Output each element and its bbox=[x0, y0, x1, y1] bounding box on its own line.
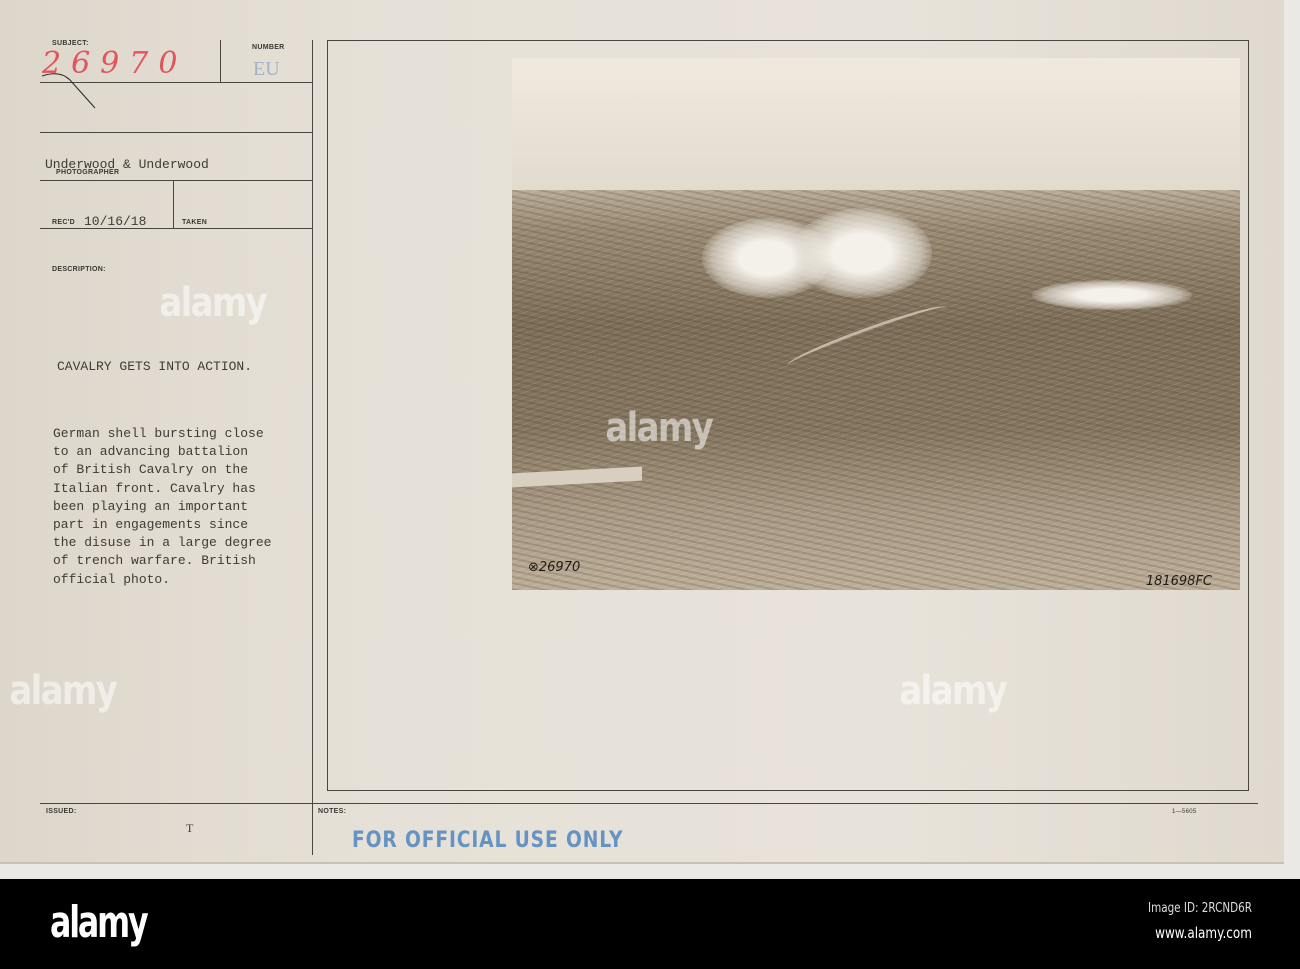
archival-photo-card: SUBJECT: 26970 NUMBER EU Underwood & Und… bbox=[0, 0, 1284, 864]
photographer-label: PHOTOGRAPHER bbox=[56, 169, 120, 176]
divider bbox=[40, 132, 312, 133]
watermark: alamy bbox=[9, 668, 117, 714]
divider bbox=[40, 228, 312, 229]
divider bbox=[220, 40, 221, 82]
site-url: www.alamy.com bbox=[1155, 924, 1252, 942]
pen-stroke-icon bbox=[41, 73, 96, 109]
photo-number-left: ⊗26970 bbox=[528, 560, 581, 575]
notes-label: NOTES: bbox=[318, 808, 347, 815]
distant-smoke bbox=[1032, 280, 1192, 310]
watermark: alamy bbox=[605, 405, 713, 451]
description-text: German shell bursting close to an advanc… bbox=[53, 426, 272, 587]
image-id: Image ID: 2RCND6R bbox=[1148, 901, 1252, 916]
issued-label: ISSUED: bbox=[46, 808, 77, 815]
recd-date: 10/16/18 bbox=[84, 214, 147, 229]
divider bbox=[40, 180, 312, 181]
description-label: DESCRIPTION: bbox=[52, 266, 106, 273]
issued-mark: T bbox=[186, 821, 194, 835]
number-value: EU bbox=[253, 58, 280, 80]
divider bbox=[173, 180, 174, 228]
battlefield-photo: ⊗26970 181698FC bbox=[512, 58, 1240, 590]
alamy-logo: alamy bbox=[50, 897, 149, 948]
shell-smoke bbox=[792, 208, 932, 298]
official-use-stamp: FOR OFFICIAL USE ONLY bbox=[352, 828, 624, 853]
photo-number-right: 181698FC bbox=[1145, 574, 1212, 589]
divider bbox=[40, 803, 1258, 804]
form-number: 1—5605 bbox=[1172, 809, 1197, 815]
photo-sky bbox=[512, 58, 1240, 190]
watermark: alamy bbox=[899, 668, 1007, 714]
number-label: NUMBER bbox=[252, 44, 285, 51]
recd-label: REC'D bbox=[52, 219, 75, 226]
description-title: CAVALRY GETS INTO ACTION. bbox=[57, 359, 253, 374]
footer-bar: alamy Image ID: 2RCND6R www.alamy.com bbox=[0, 879, 1300, 969]
taken-label: TAKEN bbox=[182, 219, 208, 226]
watermark: alamy bbox=[159, 280, 267, 326]
